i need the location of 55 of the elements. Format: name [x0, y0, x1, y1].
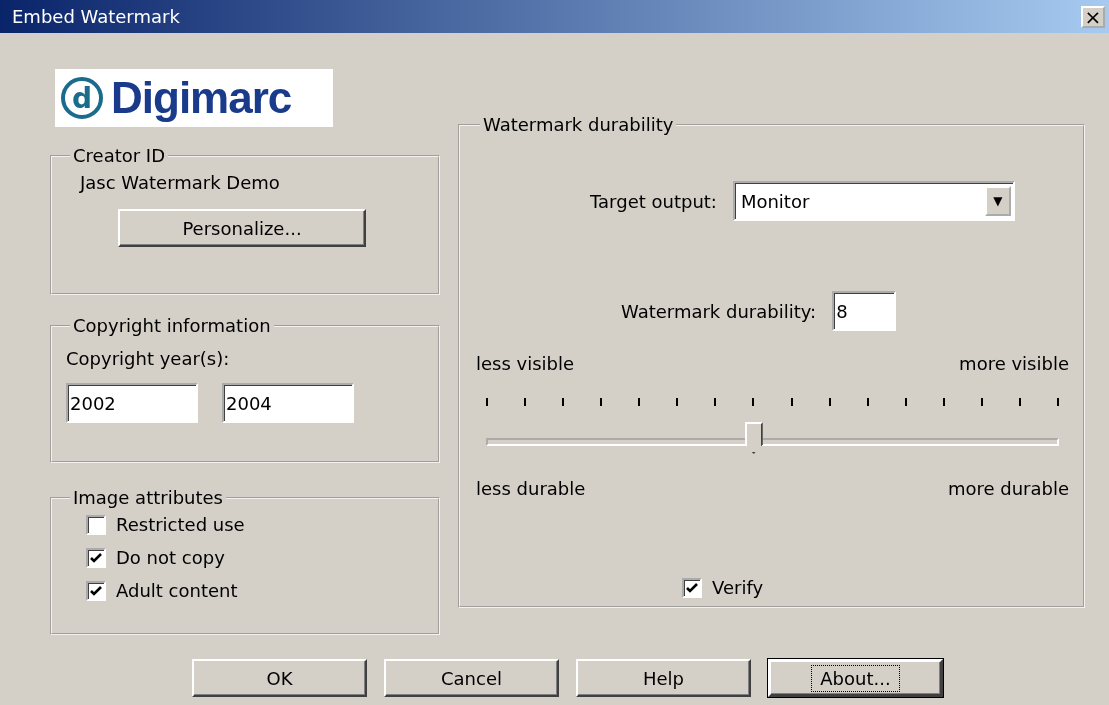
logo-mark: d [61, 77, 103, 119]
target-output-label: Target output: [590, 190, 717, 212]
check-icon [89, 550, 103, 565]
copyright-year-label: Copyright year(s): [66, 348, 230, 369]
tick-mark [942, 398, 945, 406]
dialog-button[interactable]: About... [768, 659, 943, 697]
tick-mark [600, 398, 603, 406]
checkbox-label[interactable]: Do not copy [116, 547, 225, 568]
year-field[interactable]: 2002 [66, 383, 198, 423]
tick-mark [1018, 398, 1021, 406]
slider-label: less visible [476, 353, 575, 374]
tick-mark [486, 398, 488, 406]
target-output-dropdown[interactable]: Monitor ▼ [732, 181, 1015, 221]
year-field[interactable]: 2004 [222, 383, 354, 423]
group-title: Creator ID [72, 145, 167, 166]
check-icon [685, 580, 699, 595]
tick-mark [562, 398, 565, 406]
checkbox[interactable] [86, 547, 106, 568]
tick-mark [904, 398, 907, 406]
tick-mark [866, 398, 869, 406]
dialog-button[interactable]: Help [576, 659, 751, 697]
tick-mark [828, 398, 831, 406]
tick-mark [980, 398, 983, 406]
tick-mark [1056, 398, 1059, 406]
tick-mark [790, 398, 793, 406]
creator-name: Jasc Watermark Demo [80, 172, 280, 193]
tick-mark [752, 398, 755, 406]
dropdown-value: Monitor [740, 190, 810, 212]
slider-label: more visible [959, 353, 1069, 374]
slider-thumb[interactable] [744, 422, 763, 454]
checkbox-label[interactable]: Adult content [116, 580, 238, 601]
checkbox[interactable] [86, 514, 106, 535]
slider-label: less durable [476, 478, 586, 499]
checkbox-label[interactable]: Verify [712, 577, 764, 598]
group-title: Image attributes [72, 487, 224, 508]
check-icon [89, 583, 103, 598]
tick-mark [638, 398, 641, 406]
dropdown-arrow-button[interactable]: ▼ [984, 186, 1011, 216]
tick-mark [676, 398, 679, 406]
personalize-button[interactable]: Personalize... [118, 209, 366, 247]
checkbox[interactable] [682, 577, 702, 598]
dialog-button[interactable]: OK [192, 659, 367, 697]
group-title: Copyright information [72, 315, 272, 336]
durability-label: Watermark durability: [621, 300, 817, 322]
dialog-button[interactable]: Cancel [384, 659, 559, 697]
window-title: Embed Watermark [12, 6, 180, 27]
close-button[interactable]: × [1081, 5, 1105, 28]
checkbox-label[interactable]: Restricted use [116, 514, 245, 535]
group-title: Watermark durability [482, 114, 675, 135]
durability-field[interactable]: 8 [832, 291, 897, 331]
slider-label: more durable [947, 478, 1069, 499]
logo-name: Digimarc [111, 73, 292, 123]
tick-mark [524, 398, 527, 406]
tick-mark [714, 398, 717, 406]
checkbox[interactable] [86, 580, 106, 601]
